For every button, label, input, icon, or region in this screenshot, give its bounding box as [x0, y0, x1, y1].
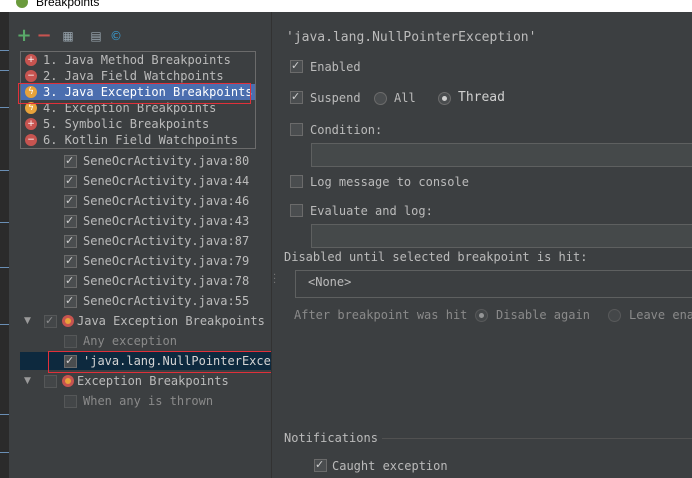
popup-item-java-field[interactable]: − 2. Java Field Watchpoints — [21, 68, 255, 84]
enable-checkbox[interactable] — [64, 232, 77, 250]
breakpoint-title: 'java.lang.NullPointerException' — [286, 30, 537, 45]
enable-checkbox[interactable] — [64, 335, 77, 348]
suspend-all-radio[interactable] — [374, 92, 387, 105]
enable-checkbox[interactable] — [64, 212, 77, 230]
enable-checkbox[interactable] — [64, 192, 77, 210]
enable-checkbox[interactable] — [64, 395, 77, 408]
symbolic-type-icon: + — [25, 118, 37, 130]
window-titlebar: Breakpoints — [0, 0, 692, 12]
remove-breakpoint-button[interactable]: − — [36, 27, 52, 45]
leave-enabled-radio[interactable] — [608, 309, 621, 322]
breakpoint-type-icon: + — [25, 54, 37, 66]
highlight-annotation — [48, 351, 276, 373]
watchpoint-type-icon: − — [25, 70, 37, 82]
group-by-class-button[interactable]: © — [108, 28, 124, 44]
suspend-thread-radio[interactable] — [438, 92, 451, 105]
exception-breakpoint-icon — [62, 375, 74, 387]
section-divider — [382, 438, 692, 439]
enable-checkbox[interactable] — [64, 292, 77, 310]
background-editor-edge — [0, 12, 9, 478]
add-breakpoint-button[interactable]: + — [16, 27, 32, 45]
popup-item-kotlin-field[interactable]: − 6. Kotlin Field Watchpoints — [21, 132, 255, 148]
suspend-checkbox[interactable] — [290, 88, 303, 106]
caught-exception-checkbox[interactable] — [314, 456, 327, 474]
exception-breakpoint-icon — [62, 315, 74, 327]
splitter-grip-icon: · · · — [273, 270, 277, 289]
breakpoint-details-panel: 'java.lang.NullPointerException' Enabled… — [278, 12, 692, 478]
expand-triangle-icon[interactable]: ▼ — [24, 372, 31, 390]
condition-checkbox[interactable] — [290, 123, 303, 136]
condition-input[interactable] — [311, 143, 692, 167]
disable-again-radio[interactable] — [475, 309, 488, 322]
enabled-checkbox[interactable] — [290, 57, 303, 75]
evaluate-log-input[interactable] — [311, 224, 692, 248]
suspend-option[interactable]: Suspend All Thread — [278, 88, 692, 107]
enable-checkbox[interactable] — [64, 272, 77, 290]
enable-checkbox[interactable] — [64, 252, 77, 270]
evaluate-log-checkbox[interactable] — [290, 204, 303, 217]
log-message-checkbox[interactable] — [290, 175, 303, 188]
group-by-package-button[interactable]: ▦ — [60, 28, 76, 44]
group-by-file-button[interactable]: ▤ — [88, 28, 104, 44]
group-enable-checkbox[interactable] — [44, 312, 57, 330]
android-studio-icon — [16, 0, 28, 8]
tree-group-java-exception[interactable]: ▼ Java Exception Breakpoints — [24, 312, 265, 330]
after-hit-group: After breakpoint was hit Disable again L… — [294, 308, 692, 322]
notifications-section-title: Notifications — [284, 431, 378, 445]
highlight-annotation — [18, 83, 251, 104]
enable-checkbox[interactable] — [64, 172, 77, 190]
popup-item-java-method[interactable]: + 1. Java Method Breakpoints — [21, 52, 255, 68]
group-enable-checkbox[interactable] — [44, 375, 57, 388]
disabled-until-dropdown[interactable]: <None> — [295, 270, 692, 298]
enable-checkbox[interactable] — [64, 152, 77, 170]
disabled-until-label: Disabled until selected breakpoint is hi… — [284, 250, 588, 264]
watchpoint-type-icon: − — [25, 134, 37, 146]
tree-group-exception[interactable]: ▼ Exception Breakpoints — [24, 372, 264, 390]
popup-item-symbolic[interactable]: + 5. Symbolic Breakpoints — [21, 116, 255, 132]
panel-splitter[interactable]: · · · — [271, 12, 278, 478]
expand-triangle-icon[interactable]: ▼ — [24, 312, 31, 330]
window-title: Breakpoints — [36, 0, 100, 9]
